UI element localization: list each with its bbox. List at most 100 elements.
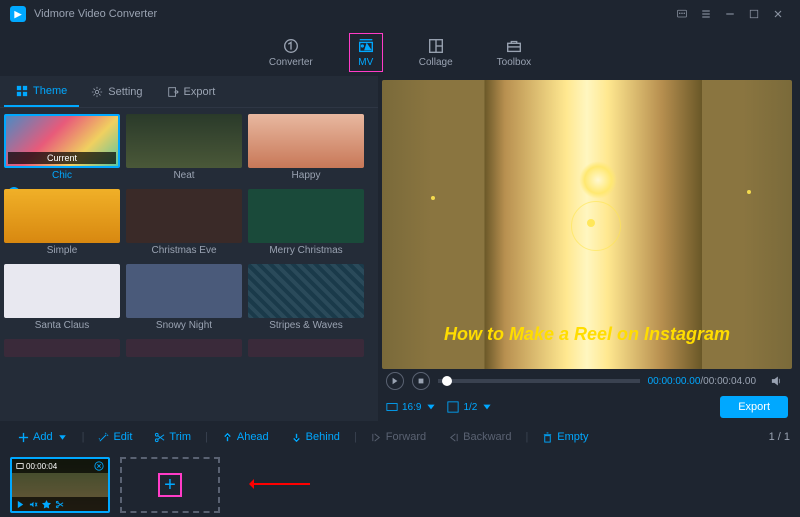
gear-icon xyxy=(91,86,103,98)
scissors-icon[interactable] xyxy=(55,500,64,509)
trash-icon xyxy=(542,432,553,443)
stop-button[interactable] xyxy=(412,372,430,390)
clip-remove-icon[interactable] xyxy=(94,461,104,471)
backward-button[interactable]: Backward xyxy=(440,427,519,447)
theme-label: Christmas Eve xyxy=(126,243,242,260)
scissors-icon xyxy=(154,432,165,443)
close-icon[interactable] xyxy=(766,2,790,26)
edit-label: Edit xyxy=(113,431,132,443)
theme-happy[interactable]: Happy xyxy=(248,114,364,185)
theme-icon xyxy=(16,85,28,97)
chevron-down-icon xyxy=(57,432,68,443)
current-tag: Current xyxy=(8,152,116,164)
app-title: Vidmore Video Converter xyxy=(34,8,157,20)
timeline-clip[interactable]: 00:00:04 xyxy=(10,457,110,513)
clip-duration: 00:00:04 xyxy=(26,462,57,471)
nav-toolbox[interactable]: Toolbox xyxy=(489,33,539,72)
star-icon[interactable] xyxy=(42,500,51,509)
preview-caption: How to Make a Reel on Instagram xyxy=(382,324,792,345)
empty-button[interactable]: Empty xyxy=(534,427,596,447)
plus-icon: + xyxy=(158,473,182,497)
add-button[interactable]: Add xyxy=(10,427,76,447)
theme-chic[interactable]: Current ✓Chic xyxy=(4,114,120,185)
behind-button[interactable]: Behind xyxy=(283,427,348,447)
aspect-ratio-selector[interactable]: 16:9 xyxy=(386,401,437,413)
theme-neat[interactable]: Neat xyxy=(126,114,242,185)
export-button[interactable]: Export xyxy=(720,396,788,418)
export-icon xyxy=(167,86,179,98)
mute-icon[interactable] xyxy=(29,500,38,509)
mv-icon xyxy=(357,37,375,55)
trim-button[interactable]: Trim xyxy=(146,427,199,447)
wand-icon xyxy=(98,432,109,443)
film-icon xyxy=(16,462,24,470)
nav-collage-label: Collage xyxy=(419,57,453,68)
trim-label: Trim xyxy=(169,431,191,443)
theme-christmas-eve[interactable]: Christmas Eve xyxy=(126,189,242,260)
theme-snowy-night[interactable]: Snowy Night xyxy=(126,264,242,335)
forward-icon xyxy=(371,432,382,443)
theme-partial[interactable] xyxy=(4,339,120,357)
app-logo: ▶ xyxy=(10,6,26,22)
aspect-icon xyxy=(386,401,398,413)
minimize-icon[interactable] xyxy=(718,2,742,26)
theme-label: Stripes & Waves xyxy=(248,318,364,335)
theme-label: Merry Christmas xyxy=(248,243,364,260)
scale-selector[interactable]: 1/2 xyxy=(447,401,493,413)
forward-button[interactable]: Forward xyxy=(363,427,434,447)
ahead-icon xyxy=(222,432,233,443)
theme-label: Simple xyxy=(4,243,120,260)
nav-toolbox-label: Toolbox xyxy=(497,57,531,68)
tab-setting-label: Setting xyxy=(108,86,142,98)
feedback-icon[interactable] xyxy=(670,2,694,26)
empty-label: Empty xyxy=(557,431,588,443)
ahead-button[interactable]: Ahead xyxy=(214,427,277,447)
backward-icon xyxy=(448,432,459,443)
theme-label: Snowy Night xyxy=(126,318,242,335)
theme-grid: Current ✓Chic Neat Happy Simple Christma… xyxy=(0,108,378,421)
chevron-down-icon xyxy=(425,401,437,413)
volume-icon[interactable] xyxy=(764,369,788,393)
scale-icon xyxy=(447,401,459,413)
play-icon[interactable] xyxy=(16,500,25,509)
converter-icon xyxy=(282,37,300,55)
edit-button[interactable]: Edit xyxy=(90,427,140,447)
theme-stripes-waves[interactable]: Stripes & Waves xyxy=(248,264,364,335)
behind-label: Behind xyxy=(306,431,340,443)
play-button[interactable] xyxy=(386,372,404,390)
chevron-down-icon xyxy=(481,401,493,413)
add-clip-button[interactable]: + xyxy=(120,457,220,513)
timecode: 00:00:00.00/00:00:04.00 xyxy=(648,376,756,387)
theme-label: Chic xyxy=(52,170,72,181)
aspect-ratio-value: 16:9 xyxy=(402,402,421,413)
collage-icon xyxy=(427,37,445,55)
tab-export[interactable]: Export xyxy=(155,76,228,107)
preview-video: How to Make a Reel on Instagram xyxy=(382,80,792,369)
tab-export-label: Export xyxy=(184,86,216,98)
nav-mv[interactable]: MV xyxy=(349,33,383,72)
nav-collage[interactable]: Collage xyxy=(411,33,461,72)
theme-merry-christmas[interactable]: Merry Christmas xyxy=(248,189,364,260)
backward-label: Backward xyxy=(463,431,511,443)
progress-bar[interactable] xyxy=(438,379,640,383)
scale-value: 1/2 xyxy=(463,402,477,413)
toolbox-icon xyxy=(505,37,523,55)
tab-setting[interactable]: Setting xyxy=(79,76,154,107)
behind-icon xyxy=(291,432,302,443)
plus-icon xyxy=(18,432,29,443)
maximize-icon[interactable] xyxy=(742,2,766,26)
forward-label: Forward xyxy=(386,431,426,443)
ahead-label: Ahead xyxy=(237,431,269,443)
theme-label: Santa Claus xyxy=(4,318,120,335)
tab-theme[interactable]: Theme xyxy=(4,76,79,107)
nav-mv-label: MV xyxy=(358,57,373,68)
nav-converter-label: Converter xyxy=(269,57,313,68)
tab-theme-label: Theme xyxy=(33,85,67,97)
nav-converter[interactable]: Converter xyxy=(261,33,321,72)
add-label: Add xyxy=(33,431,53,443)
annotation-arrow xyxy=(250,483,310,485)
menu-icon[interactable] xyxy=(694,2,718,26)
theme-label: Happy xyxy=(248,168,364,185)
theme-santa-claus[interactable]: Santa Claus xyxy=(4,264,120,335)
theme-simple[interactable]: Simple xyxy=(4,189,120,260)
